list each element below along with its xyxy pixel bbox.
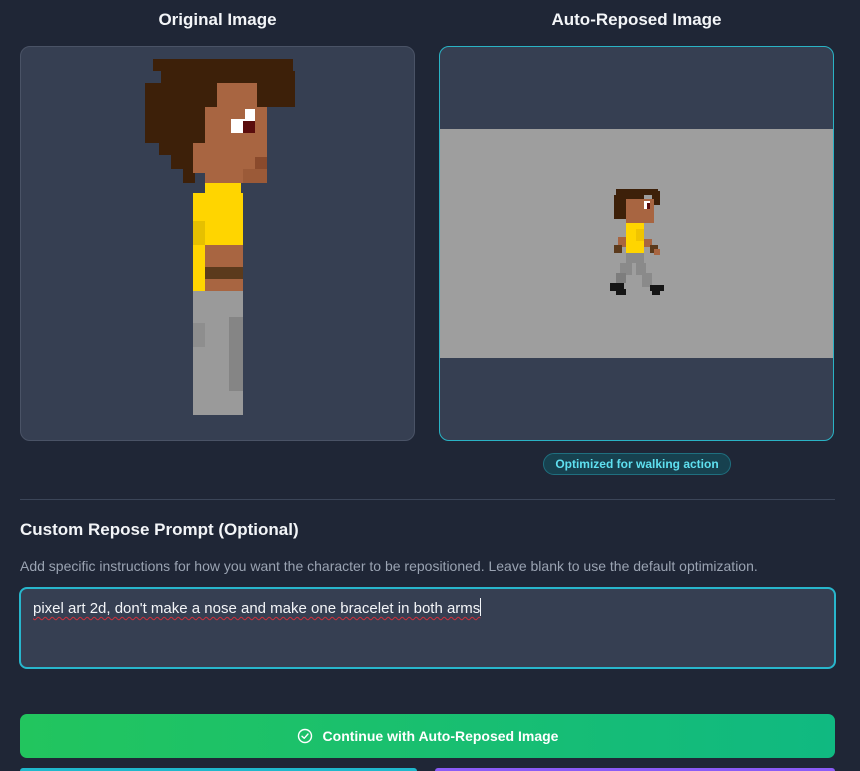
continue-with-reposed-button[interactable]: Continue with Auto-Reposed Image bbox=[20, 714, 835, 758]
section-divider bbox=[20, 499, 835, 500]
walking-optimized-badge: Optimized for walking action bbox=[543, 453, 731, 475]
custom-prompt-textarea[interactable]: pixel art 2d, don't make a nose and make… bbox=[19, 587, 836, 669]
reposed-image-canvas bbox=[440, 129, 833, 358]
check-circle-icon bbox=[297, 728, 313, 744]
continue-button-label: Continue with Auto-Reposed Image bbox=[322, 728, 559, 744]
custom-prompt-description: Add specific instructions for how you wa… bbox=[20, 558, 758, 574]
repose-screen: Original Image Auto-Reposed Image Optimi… bbox=[0, 0, 860, 771]
original-character-sprite bbox=[145, 59, 295, 415]
reposed-image-title: Auto-Reposed Image bbox=[551, 10, 722, 29]
reposed-character-sprite bbox=[610, 189, 664, 295]
custom-prompt-title: Custom Repose Prompt (Optional) bbox=[20, 520, 299, 539]
original-image-panel bbox=[20, 46, 415, 441]
text-caret bbox=[480, 598, 482, 616]
reposed-image-panel bbox=[439, 46, 834, 441]
custom-prompt-value: pixel art 2d, don't make a nose and make… bbox=[33, 600, 481, 617]
original-image-title: Original Image bbox=[158, 10, 277, 29]
